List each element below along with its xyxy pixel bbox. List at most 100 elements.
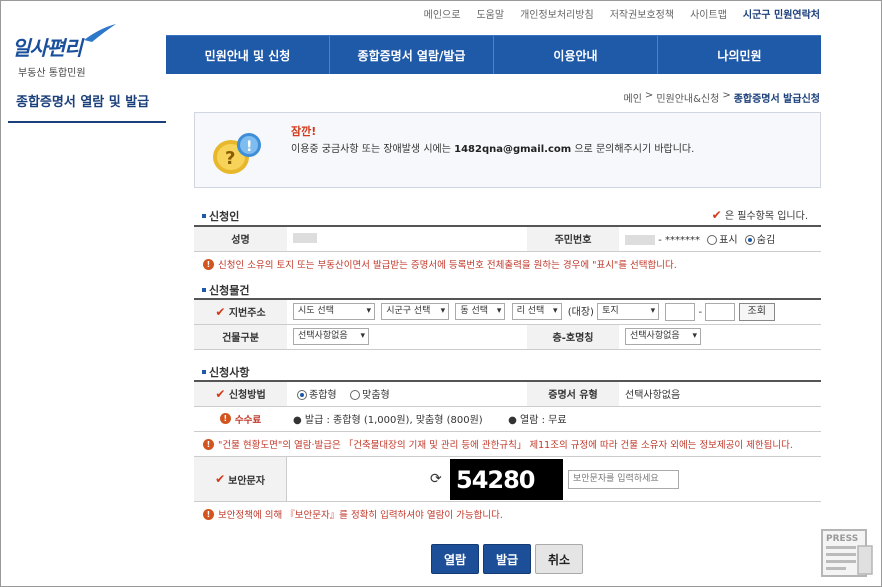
check-icon: ✔ bbox=[215, 472, 226, 486]
nav-item-certificate[interactable]: 종합증명서 열람/발급 bbox=[330, 36, 494, 74]
action-buttons: 열람 발급 취소 bbox=[431, 544, 583, 574]
info-icon: ! bbox=[203, 438, 214, 450]
util-link-help[interactable]: 도움말 bbox=[476, 6, 504, 21]
search-button[interactable]: 조회 bbox=[738, 302, 775, 321]
captcha-row: ✔ 보안문자 ⟳ 54280 보안문자를 입력하세요 bbox=[194, 456, 821, 502]
notice-email[interactable]: 1482qna@gmail.com bbox=[454, 144, 571, 155]
section-label: 신청사항 bbox=[209, 366, 250, 379]
applicant-warning: ! 신청인 소유의 토지 또는 부동산이면서 발급받는 증명서에 등록번호 전체… bbox=[203, 257, 677, 271]
notice-msg-pre: 이용중 궁금사항 또는 장애발생 시에는 bbox=[291, 144, 451, 155]
method-label-cell: ✔ 신청방법 bbox=[194, 381, 287, 407]
nav-item-guide[interactable]: 이용안내 bbox=[494, 36, 658, 74]
refresh-icon[interactable]: ⟳ bbox=[430, 471, 442, 487]
section-title-applicant: 신청인 bbox=[202, 208, 239, 224]
square-bullet-icon bbox=[202, 288, 206, 292]
check-icon: ✔ bbox=[215, 387, 226, 402]
rrn-hide-radio[interactable] bbox=[744, 235, 755, 246]
rrn-label: 주민번호 bbox=[527, 226, 619, 252]
logo-swoosh-icon bbox=[84, 24, 116, 42]
util-link-copyright[interactable]: 저작권보호정책 bbox=[610, 6, 674, 21]
rrn-hide-label: 숨김 bbox=[756, 235, 776, 247]
view-button[interactable]: 열람 bbox=[431, 544, 479, 574]
breadcrumb-sep: > bbox=[644, 90, 654, 101]
name-label: 성명 bbox=[194, 226, 287, 252]
sidebar-title: 종합증명서 열람 및 발급 bbox=[8, 91, 166, 123]
check-icon: ✔ bbox=[215, 305, 226, 320]
issue-button[interactable]: 발급 bbox=[483, 544, 531, 574]
cancel-button[interactable]: 취소 bbox=[535, 544, 583, 574]
captcha-label: 보안문자 bbox=[228, 475, 265, 487]
logo-subtitle: 부동산 통합민원 bbox=[18, 68, 86, 79]
fee-issue: 발급 : 종합형 (1,000원), 맞춤형 (800원) bbox=[304, 415, 483, 426]
util-link-sitemap[interactable]: 사이트맵 bbox=[690, 6, 727, 21]
method-custom-radio[interactable] bbox=[350, 390, 361, 401]
method-custom-label: 맞춤형 bbox=[362, 390, 390, 402]
object-table: ✔ 지번주소 시도 선택 시군구 선택 동 선택 리 선택 (대장) 토지 - … bbox=[194, 298, 821, 350]
sigungu-select[interactable]: 시군구 선택 bbox=[381, 303, 450, 321]
bullet-icon: ● bbox=[293, 415, 302, 426]
fee-label-wrap: ! 수수료 bbox=[219, 412, 262, 426]
address-label: 지번주소 bbox=[228, 308, 266, 320]
check-icon: ✔ bbox=[711, 208, 722, 222]
util-link-privacy[interactable]: 개인정보처리방침 bbox=[520, 6, 594, 21]
press-label: PRESS bbox=[826, 534, 858, 544]
method-general-label: 종합형 bbox=[309, 390, 337, 402]
captcha-warning-text: 보안정책에 의해 『보안문자』를 정확히 입력하셔야 열람이 가능합니다. bbox=[218, 510, 503, 521]
applicant-table: 성명 주민번호 - ******* 표시 숨김 bbox=[194, 225, 821, 252]
captcha-input[interactable]: 보안문자를 입력하세요 bbox=[568, 470, 679, 489]
floor-cell: 선택사항없음 bbox=[619, 324, 821, 350]
method-cell: 종합형 맞춤형 bbox=[287, 381, 527, 407]
lot-dash: - bbox=[698, 306, 703, 318]
method-general-radio[interactable] bbox=[297, 390, 307, 401]
notice-msg-post: 으로 문의해주시기 바랍니다. bbox=[574, 144, 695, 155]
land-type-select[interactable]: 토지 bbox=[597, 303, 660, 321]
svg-text:!: ! bbox=[246, 139, 252, 155]
address-cell: 시도 선택 시군구 선택 동 선택 리 선택 (대장) 토지 - 조회 bbox=[287, 299, 821, 325]
breadcrumb: 메인 > 민원안내&신청 > 종합증명서 발급신청 bbox=[624, 90, 820, 105]
building-label: 건물구분 bbox=[194, 324, 287, 350]
rrn-cell: - ******* 표시 숨김 bbox=[619, 226, 821, 252]
section-label: 신청인 bbox=[209, 210, 240, 223]
lot-sub-input[interactable] bbox=[705, 302, 736, 321]
dong-select[interactable]: 동 선택 bbox=[455, 303, 506, 321]
fee-cell: ● 발급 : 종합형 (1,000원), 맞춤형 (800원) ● 열람 : 무… bbox=[287, 406, 821, 432]
nav-item-apply[interactable]: 민원안내 및 신청 bbox=[166, 36, 330, 74]
cert-type-label: 증명서 유형 bbox=[527, 381, 619, 407]
fee-view: 열람 : 무료 bbox=[520, 415, 567, 426]
name-value bbox=[287, 226, 527, 252]
util-link-contacts[interactable]: 시군구 민원연락처 bbox=[743, 6, 820, 21]
required-note-text: 은 필수항목 입니다. bbox=[724, 211, 808, 222]
notice-message: 이용중 궁금사항 또는 장애발생 시에는 1482qna@gmail.com 으… bbox=[291, 140, 694, 155]
square-bullet-icon bbox=[202, 370, 206, 374]
ri-select[interactable]: 리 선택 bbox=[511, 303, 562, 321]
breadcrumb-mid[interactable]: 민원안내&신청 bbox=[656, 90, 719, 105]
svg-text:?: ? bbox=[225, 148, 235, 169]
floor-select[interactable]: 선택사항없음 bbox=[625, 328, 701, 345]
rrn-show-label: 표시 bbox=[719, 235, 738, 247]
daejang-label: (대장) bbox=[567, 306, 594, 318]
request-warning-text: "건물 현황도면"의 열람·발급은 「건축물대장의 기재 및 관리 등에 관한규… bbox=[218, 440, 793, 451]
required-note: ✔ 은 필수항목 입니다. bbox=[712, 207, 808, 222]
site-logo[interactable]: 일사편리 부동산 통합민원 bbox=[10, 24, 120, 80]
lot-main-input[interactable] bbox=[665, 302, 696, 321]
breadcrumb-sep: > bbox=[722, 90, 731, 101]
square-bullet-icon bbox=[202, 214, 206, 218]
building-cell: 선택사항없음 bbox=[287, 324, 527, 350]
address-label-cell: ✔ 지번주소 bbox=[194, 299, 287, 325]
masked-rrn bbox=[625, 235, 655, 246]
building-select[interactable]: 선택사항없음 bbox=[293, 328, 369, 345]
main-nav: 민원안내 및 신청 종합증명서 열람/발급 이용안내 나의민원 bbox=[166, 35, 821, 74]
fee-label: 수수료 bbox=[234, 414, 262, 426]
bullet-icon: ● bbox=[508, 415, 517, 426]
rrn-mask: - ******* bbox=[658, 235, 700, 247]
masked-name bbox=[293, 233, 317, 244]
breadcrumb-home[interactable]: 메인 bbox=[624, 90, 642, 105]
section-label: 신청물건 bbox=[209, 284, 250, 297]
floor-label: 층-호명칭 bbox=[527, 324, 619, 350]
cert-type-value: 선택사항없음 bbox=[619, 381, 821, 407]
question-exclamation-icon: ? ! bbox=[213, 133, 261, 174]
util-link-home[interactable]: 메인으로 bbox=[424, 6, 461, 21]
rrn-show-radio[interactable] bbox=[707, 235, 718, 246]
sido-select[interactable]: 시도 선택 bbox=[293, 303, 375, 321]
nav-item-my[interactable]: 나의민원 bbox=[658, 36, 821, 74]
